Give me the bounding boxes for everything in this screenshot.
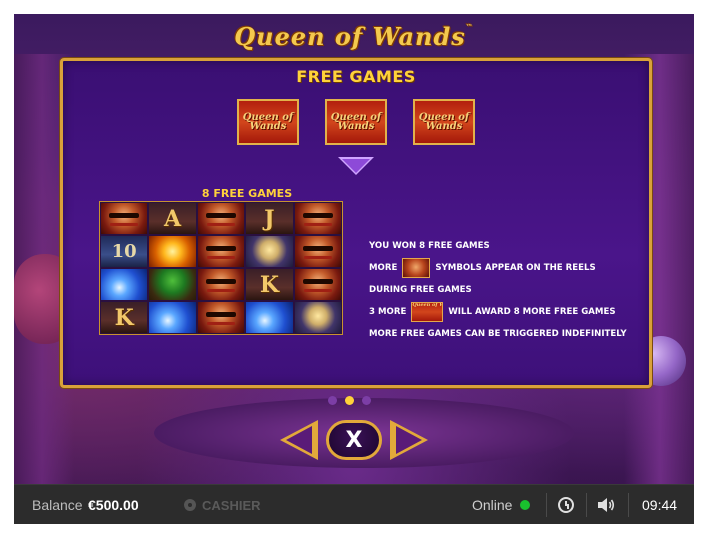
balance-value: €500.00 — [88, 497, 139, 513]
queen-symbol — [197, 203, 245, 234]
info-text: YOU WON 8 FREE GAMES — [369, 240, 490, 251]
balance-label: Balance — [32, 497, 83, 513]
scatter-symbol: Queen of Wands — [325, 99, 387, 145]
info-line: 3 MORE Queen of Wands WILL AWARD 8 MORE FR… — [369, 301, 627, 323]
queen-symbol — [294, 236, 341, 267]
info-text: MORE — [369, 262, 398, 273]
clock-icon — [558, 497, 574, 513]
info-text: 3 MORE — [369, 306, 407, 317]
sun-symbol — [149, 236, 196, 267]
game-logo-text: Queen of Wands — [234, 22, 466, 51]
online-label: Online — [472, 497, 513, 513]
next-page-button[interactable] — [390, 420, 428, 460]
wave-symbol — [101, 269, 148, 300]
chalice-symbol — [246, 236, 293, 267]
info-line: YOU WON 8 FREE GAMES — [369, 235, 627, 257]
queen-symbol — [294, 203, 341, 234]
queen-symbol — [197, 302, 245, 333]
cashier-button[interactable]: CASHIER — [184, 485, 261, 524]
page-dot[interactable] — [362, 396, 371, 405]
a-symbol: A — [149, 203, 196, 234]
scatter-symbols-row: Queen of Wands Queen of Wands Queen of W… — [63, 99, 649, 145]
clock-time: 09:44 — [642, 497, 678, 513]
tree-symbol — [149, 269, 196, 300]
queen-symbol-icon — [402, 258, 431, 278]
divider — [628, 493, 629, 517]
paytable-panel: FREE GAMES Queen of Wands Queen of Wands… — [60, 58, 652, 388]
trademark-mark: ™ — [465, 22, 474, 31]
k-symbol: K — [101, 302, 148, 333]
arrow-down-icon-inner — [342, 159, 370, 173]
free-games-info: YOU WON 8 FREE GAMES MORE SYMBOLS APPEAR … — [369, 235, 627, 345]
info-text: DURING FREE GAMES — [369, 284, 472, 295]
game-frame: Queen of Wands™ FREE GAMES Queen of Wand… — [14, 14, 694, 524]
info-line: MORE FREE GAMES CAN BE TRIGGERED INDEFIN… — [369, 323, 627, 345]
info-text: MORE FREE GAMES CAN BE TRIGGERED INDEFIN… — [369, 328, 627, 339]
reels-grid: A J 10 K K — [99, 201, 343, 335]
volume-button[interactable] — [596, 485, 618, 524]
wave-symbol — [149, 302, 196, 333]
wave-symbol — [246, 302, 293, 333]
queen-symbol — [197, 269, 245, 300]
queen-symbol — [101, 203, 148, 234]
ten-symbol: 10 — [101, 236, 148, 267]
close-button[interactable]: X — [326, 420, 382, 460]
divider — [586, 493, 587, 517]
reels-caption: 8 FREE GAMES — [201, 187, 293, 200]
status-bar: Balance €500.00 CASHIER Online 09:44 — [14, 484, 694, 524]
queen-symbol — [294, 269, 341, 300]
info-line: DURING FREE GAMES — [369, 279, 627, 301]
cashier-label: CASHIER — [202, 497, 261, 513]
page-indicator — [328, 396, 371, 405]
queen-symbol — [197, 236, 245, 267]
k-symbol: K — [246, 269, 293, 300]
page-dot[interactable] — [345, 396, 354, 405]
volume-icon — [598, 498, 615, 512]
info-text: SYMBOLS APPEAR ON THE REELS — [435, 262, 596, 273]
paytable-title: FREE GAMES — [296, 67, 416, 86]
cashier-icon — [184, 499, 196, 511]
j-symbol: J — [246, 203, 293, 234]
scatter-symbol-icon: Queen of Wands — [411, 302, 444, 322]
page-dot[interactable] — [328, 396, 337, 405]
divider — [546, 493, 547, 517]
info-line: MORE SYMBOLS APPEAR ON THE REELS — [369, 257, 627, 279]
scatter-symbol: Queen of Wands — [237, 99, 299, 145]
chalice-symbol — [294, 302, 341, 333]
online-status: Online — [472, 485, 531, 524]
clock-button[interactable] — [558, 485, 574, 524]
online-status-icon — [520, 500, 531, 510]
info-text: WILL AWARD 8 MORE FREE GAMES — [448, 306, 616, 317]
game-scene: Queen of Wands™ FREE GAMES Queen of Wand… — [14, 14, 694, 484]
previous-page-button[interactable] — [280, 420, 318, 460]
game-logo: Queen of Wands™ — [14, 22, 694, 51]
scatter-symbol: Queen of Wands — [413, 99, 475, 145]
